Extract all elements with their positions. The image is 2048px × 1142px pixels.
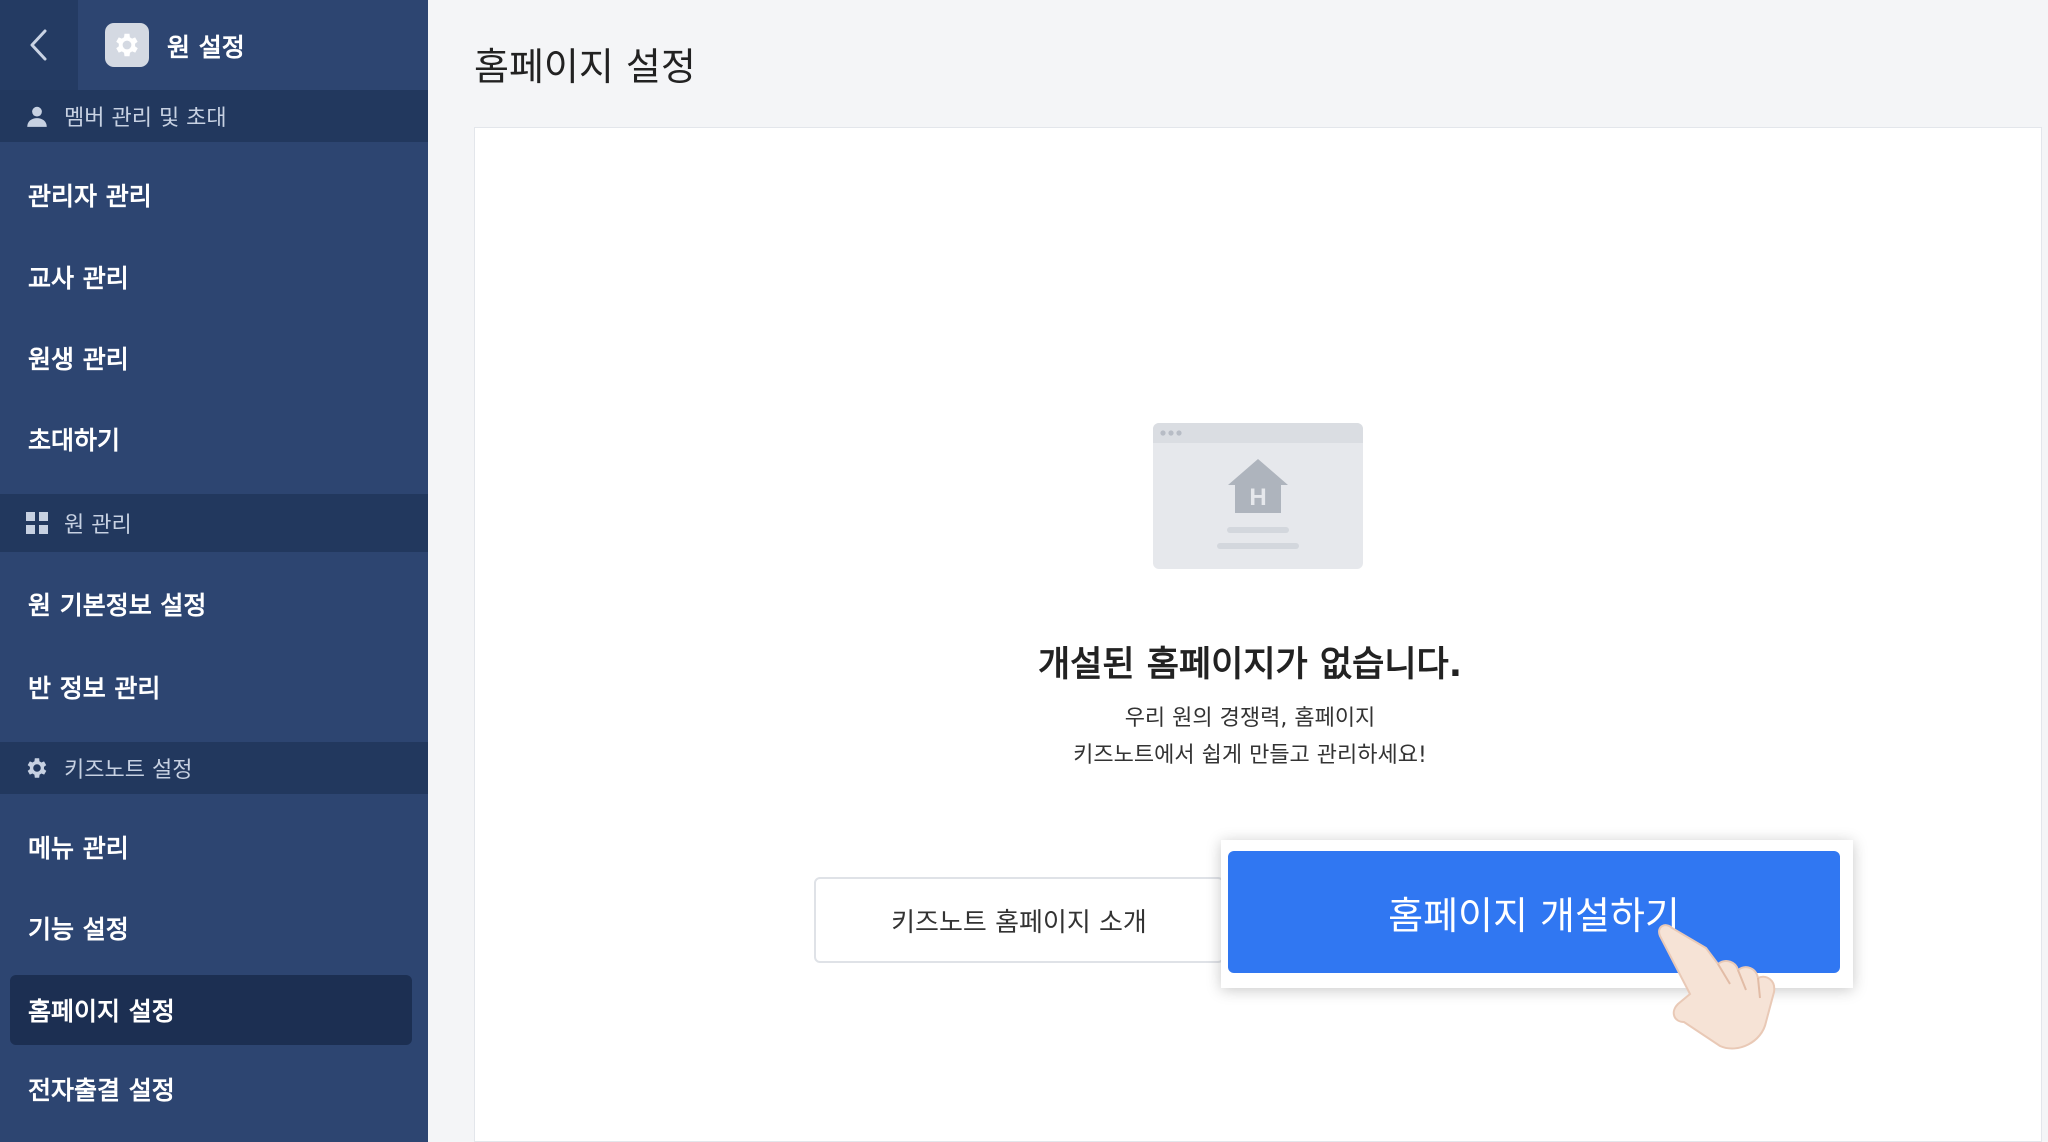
sidebar-item-admin[interactable]: 관리자 관리 bbox=[10, 160, 412, 230]
homepage-intro-button[interactable]: 키즈노트 홈페이지 소개 bbox=[814, 877, 1224, 963]
empty-state-title: 개설된 홈페이지가 없습니다. bbox=[1037, 645, 1463, 685]
sidebar-item-label: 초대하기 bbox=[28, 426, 121, 455]
sidebar-item-label: 관리자 관리 bbox=[28, 182, 152, 211]
gear-icon bbox=[105, 23, 149, 67]
sidebar-item-label: 홈페이지 설정 bbox=[28, 997, 175, 1026]
sidebar-item-label: 기능 설정 bbox=[28, 915, 129, 944]
sidebar-item-menu[interactable]: 메뉴 관리 bbox=[10, 812, 412, 882]
sidebar-item-teacher[interactable]: 교사 관리 bbox=[10, 242, 412, 312]
sidebar-item-invite[interactable]: 초대하기 bbox=[10, 404, 412, 474]
chevron-left-icon bbox=[30, 29, 47, 61]
sidebar-item-features[interactable]: 기능 설정 bbox=[10, 893, 412, 963]
empty-desc-line1: 우리 원의 경쟁력, 홈페이지 bbox=[1124, 706, 1376, 731]
section-member: 멤버 관리 및 초대 bbox=[0, 90, 428, 142]
sidebar-item-homepage[interactable]: 홈페이지 설정 bbox=[10, 975, 412, 1045]
gear-icon bbox=[22, 753, 52, 783]
grid-icon bbox=[22, 508, 52, 538]
sidebar-item-label: 원생 관리 bbox=[28, 345, 129, 374]
section-kidsnote-label: 키즈노트 설정 bbox=[64, 758, 193, 783]
sidebar-item-label: 교사 관리 bbox=[28, 264, 129, 293]
back-button[interactable] bbox=[0, 0, 78, 90]
empty-desc-line2: 키즈노트에서 쉽게 만들고 관리하세요! bbox=[1073, 743, 1427, 768]
svg-text:H: H bbox=[1249, 484, 1266, 511]
content-card bbox=[474, 127, 2042, 1142]
section-member-label: 멤버 관리 및 초대 bbox=[64, 106, 227, 131]
sidebar-item-label: 메뉴 관리 bbox=[28, 834, 129, 863]
section-institution: 원 관리 bbox=[0, 494, 428, 552]
sidebar-item-label: 반 정보 관리 bbox=[28, 674, 161, 703]
person-icon bbox=[22, 101, 52, 131]
homepage-illustration: H bbox=[1153, 423, 1363, 569]
section-institution-label: 원 관리 bbox=[64, 513, 132, 538]
hand-pointer-icon bbox=[1658, 924, 1776, 1050]
sidebar-item-attendance[interactable]: 전자출결 설정 bbox=[10, 1054, 412, 1124]
page-title: 홈페이지 설정 bbox=[474, 45, 696, 89]
sidebar-item-label: 전자출결 설정 bbox=[28, 1076, 175, 1105]
sidebar-title: 원 설정 bbox=[167, 33, 245, 62]
sidebar-item-label: 원 기본정보 설정 bbox=[28, 591, 207, 620]
sidebar-item-student[interactable]: 원생 관리 bbox=[10, 323, 412, 393]
section-kidsnote: 키즈노트 설정 bbox=[0, 742, 428, 794]
sidebar: 원 설정 멤버 관리 및 초대 관리자 관리 교사 관리 원생 관리 초대하기 … bbox=[0, 0, 428, 1142]
sidebar-item-class-info[interactable]: 반 정보 관리 bbox=[10, 652, 412, 722]
sidebar-item-basic-info[interactable]: 원 기본정보 설정 bbox=[10, 569, 412, 639]
empty-state-description: 우리 원의 경쟁력, 홈페이지 키즈노트에서 쉽게 만들고 관리하세요! bbox=[980, 700, 1520, 774]
sidebar-header: 원 설정 bbox=[0, 0, 428, 90]
